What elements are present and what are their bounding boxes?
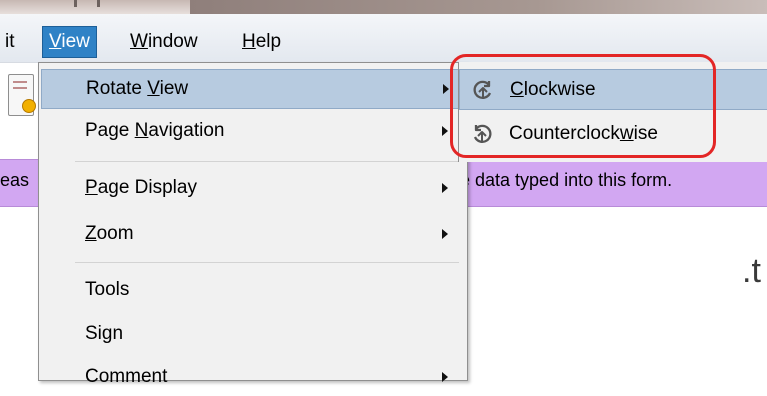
menu-window-label: indow xyxy=(147,31,198,52)
menu-item-page-display[interactable]: Page Display xyxy=(41,169,461,207)
submenu-arrow-icon xyxy=(442,183,448,193)
title-strip-mark xyxy=(74,0,77,7)
menu-separator xyxy=(75,161,459,162)
menu-item-label: Page Navigation xyxy=(85,120,225,141)
menu-view[interactable]: View xyxy=(42,26,97,58)
window-title-strip xyxy=(0,0,767,14)
title-strip-mark xyxy=(97,0,100,7)
menu-item-label: Sign xyxy=(85,323,124,344)
title-strip-shadow xyxy=(190,0,767,14)
menu-edit-partial[interactable]: it xyxy=(0,27,21,57)
menu-help-label: elp xyxy=(255,31,282,52)
menu-item-tools[interactable]: Tools xyxy=(41,271,461,309)
menu-item-label: Comment xyxy=(85,366,168,387)
menu-window[interactable]: Window xyxy=(124,27,204,57)
menu-separator xyxy=(75,262,459,263)
menu-item-label: Zoom xyxy=(85,223,134,244)
submenu-arrow-icon xyxy=(442,372,448,382)
menu-view-label: iew xyxy=(61,31,90,52)
document-icon-line xyxy=(13,81,27,83)
form-notice-text: e data typed into this form. xyxy=(460,170,673,190)
menu-view-mnemonic: V xyxy=(49,31,62,52)
menu-item-sign[interactable]: Sign xyxy=(41,315,461,353)
menu-item-zoom[interactable]: Zoom xyxy=(41,215,461,253)
menu-item-rotate-view[interactable]: Rotate View xyxy=(41,69,463,109)
document-icon[interactable] xyxy=(8,74,36,116)
menu-item-label: Rotate View xyxy=(86,78,189,99)
menu-window-mnemonic: W xyxy=(130,31,148,52)
document-text-fragment: .t xyxy=(742,252,761,290)
menu-item-label: Tools xyxy=(85,279,130,300)
menu-help-mnemonic: H xyxy=(242,31,256,52)
document-icon-line xyxy=(13,87,27,89)
highlight-annotation xyxy=(450,54,716,158)
document-sun-icon xyxy=(22,99,36,113)
menu-item-label: Page Display xyxy=(85,177,197,198)
menu-edit-label: it xyxy=(5,31,15,52)
submenu-arrow-icon xyxy=(443,84,449,94)
menu-item-page-navigation[interactable]: Page Navigation xyxy=(41,112,461,150)
menu-item-comment[interactable]: Comment xyxy=(41,358,461,396)
menu-help[interactable]: Help xyxy=(236,27,287,57)
form-notice-left-text: eas xyxy=(0,170,30,190)
submenu-arrow-icon xyxy=(442,126,448,136)
view-menu: Rotate View Page Navigation Page Display… xyxy=(38,62,468,387)
submenu-arrow-icon xyxy=(442,229,448,239)
